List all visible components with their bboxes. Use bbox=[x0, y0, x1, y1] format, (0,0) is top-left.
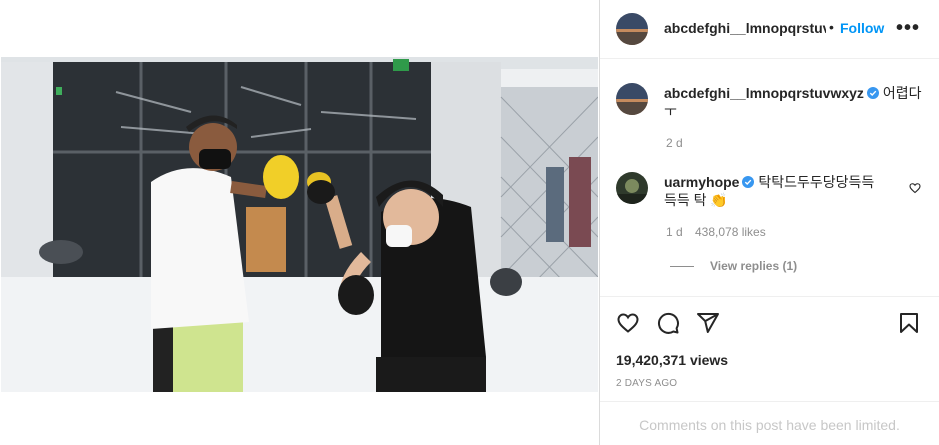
comment-like-heart-icon[interactable] bbox=[909, 182, 921, 194]
caption-text: abcdefghi__lmnopqrstuvwxyz 어렵다 ㅜ bbox=[664, 84, 926, 120]
comment-likes-count: 438,078 likes bbox=[695, 225, 766, 239]
heart-icon[interactable] bbox=[616, 311, 640, 335]
comment-line-1: 탁탁드두두당당득득 bbox=[758, 174, 875, 190]
post-video[interactable] bbox=[1, 57, 598, 392]
comment-line-2: 득득 탁 👏 bbox=[664, 192, 728, 208]
video-frame bbox=[1, 57, 598, 392]
commenter-username[interactable]: uarmyhope bbox=[664, 174, 739, 190]
comments-limited-notice: Comments on this post have been limited. bbox=[639, 417, 900, 433]
share-icon[interactable] bbox=[696, 311, 720, 335]
caption-line-2: ㅜ bbox=[664, 103, 677, 119]
verified-badge-icon bbox=[742, 176, 755, 188]
views-count[interactable]: 19,420,371 views bbox=[616, 352, 728, 368]
comment-likes[interactable]: 438,078 likes bbox=[695, 225, 766, 239]
comment-age[interactable]: 1 d bbox=[666, 225, 683, 239]
author-username[interactable]: abcdefghi__lmnopqrstuvv bbox=[664, 20, 826, 36]
post-media bbox=[0, 0, 599, 445]
post-header: abcdefghi__lmnopqrstuvv • Follow ••• bbox=[600, 0, 939, 59]
view-replies-button[interactable]: View replies (1) bbox=[710, 259, 797, 273]
verified-badge-icon bbox=[866, 87, 879, 99]
bookmark-icon[interactable] bbox=[897, 311, 921, 335]
post-side-panel: abcdefghi__lmnopqrstuvv • Follow ••• abc… bbox=[600, 0, 939, 445]
caption-author-avatar[interactable] bbox=[616, 83, 648, 115]
header-separator-dot: • bbox=[829, 19, 834, 35]
caption-line-1: 어렵다 bbox=[882, 85, 922, 101]
comment-icon[interactable] bbox=[656, 311, 680, 335]
comments-limited-bar: Comments on this post have been limited. bbox=[600, 401, 939, 445]
caption-author[interactable]: abcdefghi__lmnopqrstuvwxyz bbox=[664, 85, 864, 101]
comment-text: uarmyhope 탁탁드두두당당득득 득득 탁 👏 bbox=[664, 173, 912, 209]
post-date[interactable]: 2 DAYS AGO bbox=[616, 378, 677, 389]
commenter-avatar[interactable] bbox=[616, 172, 648, 204]
more-options-icon[interactable]: ••• bbox=[896, 17, 920, 40]
replies-line bbox=[670, 266, 694, 267]
author-avatar[interactable] bbox=[616, 13, 648, 45]
caption-age[interactable]: 2 d bbox=[666, 136, 683, 150]
follow-button[interactable]: Follow bbox=[840, 20, 884, 36]
